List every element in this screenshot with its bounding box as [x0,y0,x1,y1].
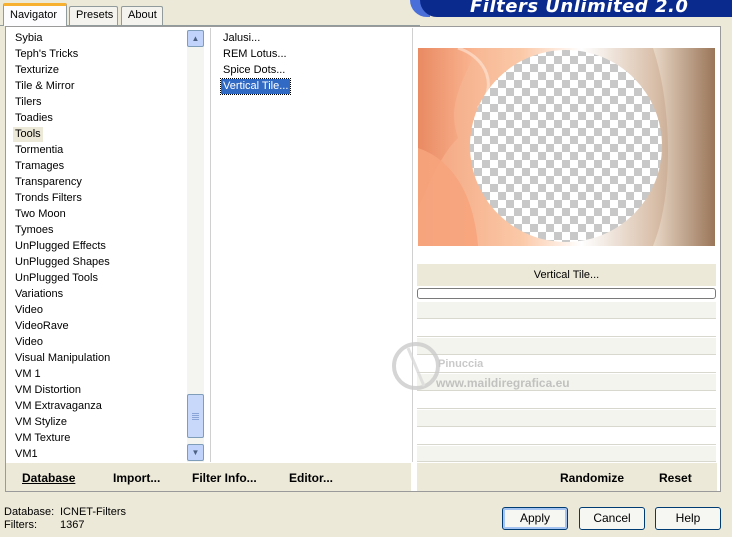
category-item[interactable]: Tymoes [15,223,54,238]
help-button[interactable]: Help [655,507,721,530]
category-item[interactable]: VM1 [15,447,38,462]
category-item[interactable]: Tramages [15,159,64,174]
category-item[interactable]: Tormentia [15,143,63,158]
category-item[interactable]: Sybia [15,31,43,46]
category-item[interactable]: Video [15,303,43,318]
reset-button[interactable]: Reset [659,471,692,485]
randomize-button[interactable]: Randomize [560,471,624,485]
database-value: ICNET-Filters [60,506,126,518]
param-slot [417,446,716,462]
database-button[interactable]: Database [22,471,75,485]
category-item[interactable]: Tools [13,127,43,142]
param-slot [417,320,716,337]
category-item[interactable]: UnPlugged Tools [15,271,98,286]
scroll-up-button[interactable]: ▲ [187,30,204,47]
tab-about[interactable]: About [121,6,163,25]
category-item[interactable]: Tilers [15,95,41,110]
category-item[interactable]: Teph's Tricks [15,47,78,62]
preview-divider [412,28,413,462]
category-item[interactable]: Visual Manipulation [15,351,110,366]
filter-item[interactable]: Spice Dots... [221,63,287,78]
param-slot [417,410,716,427]
scroll-thumb[interactable] [187,394,204,438]
category-item[interactable]: VideoRave [15,319,69,334]
watermark-url: www.maildiregrafica.eu [436,376,570,390]
category-item[interactable]: Tronds Filters [15,191,82,206]
category-item[interactable]: Tile & Mirror [15,79,74,94]
param-slot [417,302,716,319]
watermark: Pinuccia www.maildiregrafica.eu [388,336,598,396]
category-scrollbar[interactable]: ▲ ▼ [187,30,204,462]
category-item[interactable]: VM Extravaganza [15,399,102,414]
scroll-down-button[interactable]: ▼ [187,444,204,461]
category-item[interactable]: Two Moon [15,207,66,222]
cancel-button[interactable]: Cancel [579,507,645,530]
category-item[interactable]: Variations [15,287,63,302]
preview-filter-name: Vertical Tile... [417,264,716,286]
category-item[interactable]: Video [15,335,43,350]
database-label: Database: [4,506,55,518]
app-title-banner: Filters Unlimited 2.0 [420,0,732,17]
import-button[interactable]: Import... [113,471,160,485]
preview-image [418,48,715,246]
category-item[interactable]: UnPlugged Effects [15,239,106,254]
category-item[interactable]: Texturize [15,63,59,78]
filters-label: Filters: [4,519,37,531]
filter-item[interactable]: Jalusi... [221,31,262,46]
list-divider [210,28,211,462]
filter-item[interactable]: Vertical Tile... [219,78,292,95]
param-slot [417,428,716,445]
editor-button[interactable]: Editor... [289,471,333,485]
category-item[interactable]: UnPlugged Shapes [15,255,110,270]
category-item[interactable]: VM 1 [15,367,41,382]
category-item[interactable]: Toadies [15,111,53,126]
category-item[interactable]: Transparency [15,175,82,190]
filter-info-button[interactable]: Filter Info... [192,471,257,485]
category-item[interactable]: VM Stylize [15,415,67,430]
watermark-name: Pinuccia [438,358,484,370]
category-item[interactable]: VM Distortion [15,383,81,398]
filters-count: 1367 [60,519,85,531]
progress-bar [417,288,716,299]
tab-presets[interactable]: Presets [69,6,118,25]
filter-item[interactable]: REM Lotus... [221,47,289,62]
tab-navigator[interactable]: Navigator [3,3,67,26]
apply-button[interactable]: Apply [502,507,568,530]
category-item[interactable]: VM Texture [15,431,70,446]
